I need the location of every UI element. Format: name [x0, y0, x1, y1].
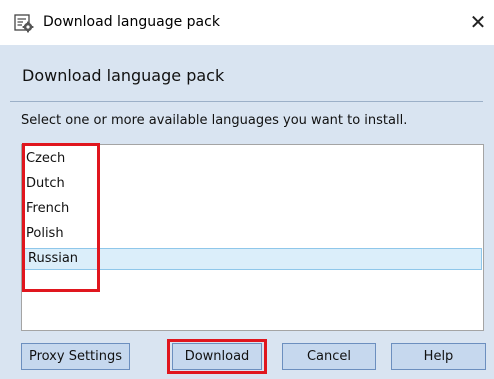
dialog-window: Download language pack ✕ Download langua…: [0, 0, 494, 379]
download-language-pack-icon: [14, 13, 34, 33]
cancel-button[interactable]: Cancel: [282, 343, 376, 370]
window-title: Download language pack: [43, 14, 220, 30]
help-button[interactable]: Help: [391, 343, 486, 370]
header-divider: [10, 101, 483, 102]
download-button-highlight: [167, 339, 267, 374]
instruction-text: Select one or more available languages y…: [21, 113, 408, 128]
language-list-highlight: [22, 143, 100, 292]
proxy-settings-button[interactable]: Proxy Settings: [21, 343, 130, 370]
close-icon[interactable]: ✕: [466, 10, 490, 34]
dialog-heading: Download language pack: [22, 66, 225, 85]
title-bar: Download language pack ✕: [0, 0, 494, 45]
